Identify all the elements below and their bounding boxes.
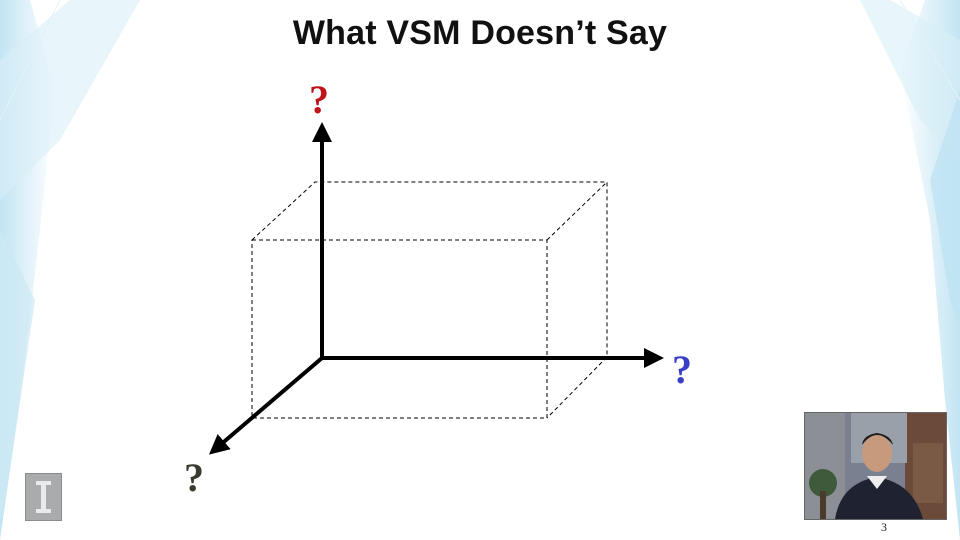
vertical-axis-label: ? — [309, 77, 329, 122]
depth-axis-label: ? — [184, 455, 204, 500]
horizontal-axis-label: ? — [672, 347, 692, 392]
depth-axis-line — [208, 356, 324, 455]
institution-logo-icon — [25, 473, 62, 521]
page-number: 3 — [881, 520, 887, 534]
dashed-box — [251, 181, 608, 419]
slide: What VSM Doesn’t Say ? ? ? 3 — [0, 0, 960, 540]
presenter-webcam-icon — [804, 412, 947, 520]
